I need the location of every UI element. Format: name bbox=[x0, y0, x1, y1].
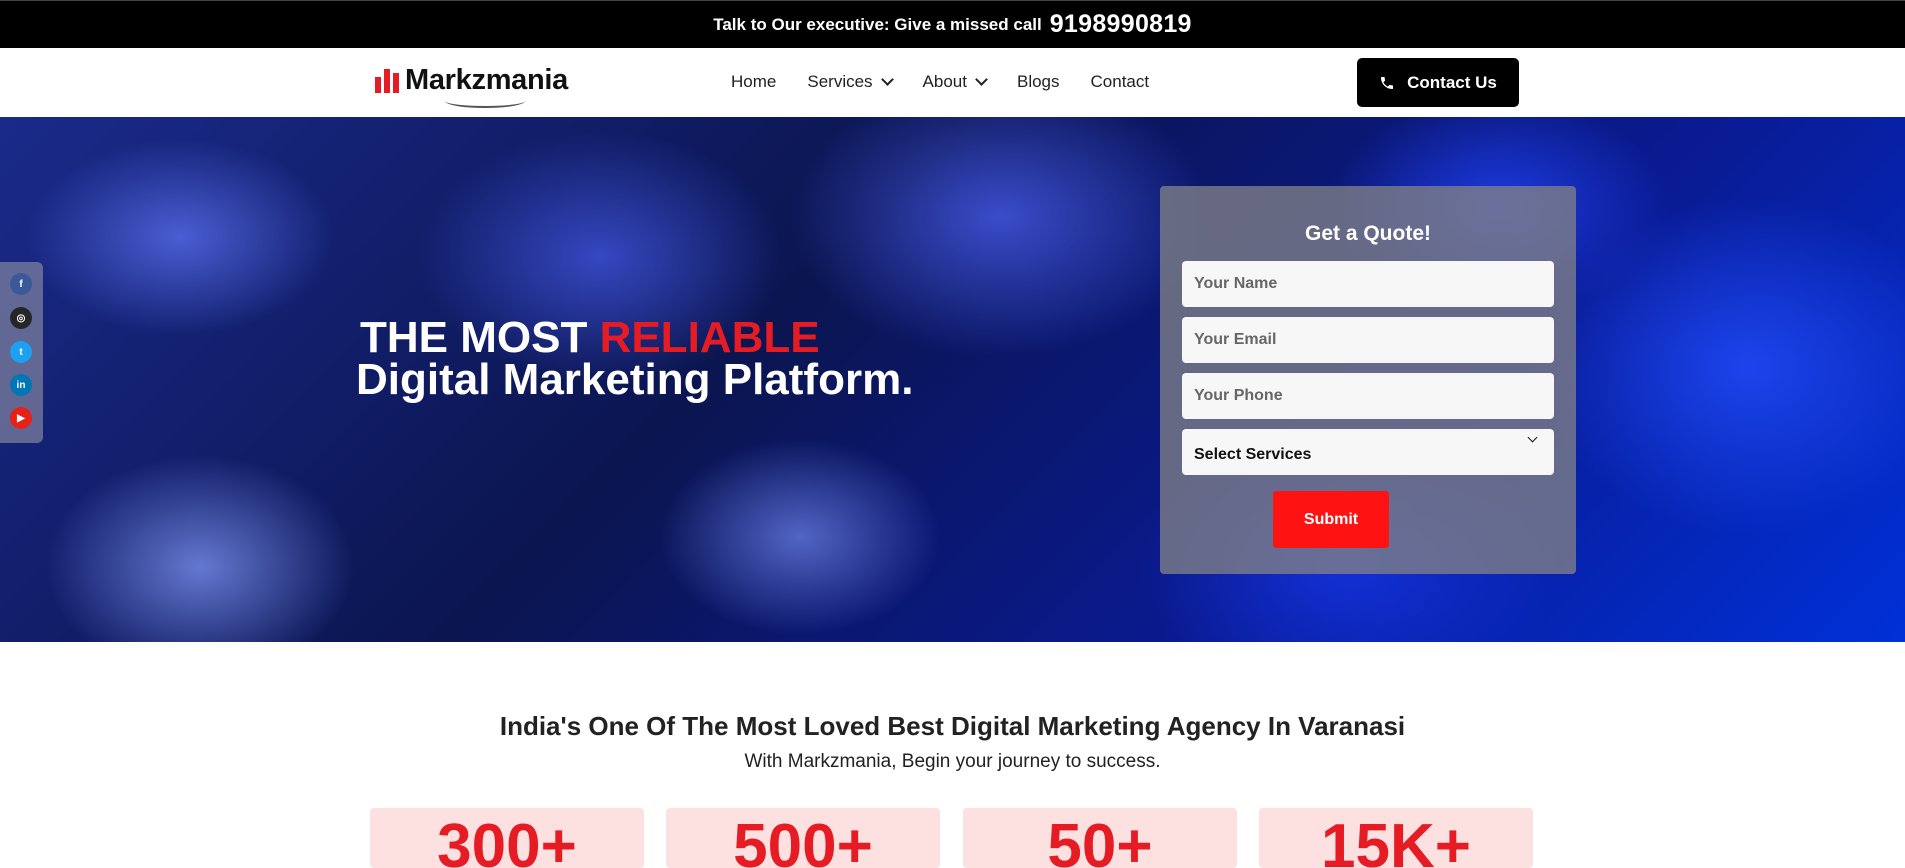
hero-title-line2: Digital Marketing Platform. bbox=[356, 355, 914, 404]
services-select[interactable]: Select Services bbox=[1182, 429, 1554, 475]
nav-item-services[interactable]: Services bbox=[807, 72, 894, 92]
nav-label: Contact bbox=[1090, 72, 1150, 91]
logo-bars-icon bbox=[375, 68, 399, 93]
instagram-icon[interactable]: ◎ bbox=[10, 307, 32, 329]
chevron-down-icon bbox=[1527, 432, 1538, 443]
hero-banner: THE MOST RELIABLE Digital Marketing Plat… bbox=[0, 117, 1905, 642]
phone-input[interactable] bbox=[1182, 373, 1554, 419]
section-title: India's One Of The Most Loved Best Digit… bbox=[499, 711, 1406, 741]
logo-swoosh-icon bbox=[445, 94, 525, 108]
linkedin-icon[interactable]: in bbox=[10, 374, 32, 396]
chevron-down-icon bbox=[880, 73, 894, 86]
services-select-value: Select Services bbox=[1194, 446, 1312, 463]
submit-button[interactable]: Submit bbox=[1273, 491, 1389, 548]
announcement-bar: Talk to Our executive: Give a missed cal… bbox=[0, 0, 1905, 48]
header-nav: Markzmania Home Services About Blogs Con… bbox=[0, 48, 1905, 117]
stat-value: 15K+ bbox=[1321, 812, 1471, 868]
nav-item-contact[interactable]: Contact bbox=[1091, 72, 1150, 92]
nav-label: About bbox=[922, 72, 967, 91]
contact-us-button[interactable]: Contact Us bbox=[1357, 58, 1519, 107]
nav-label: Services bbox=[807, 72, 873, 91]
stat-card: 50+ bbox=[963, 808, 1237, 868]
quote-form-title: Get a Quote! bbox=[1304, 222, 1431, 245]
site-logo[interactable]: Markzmania bbox=[375, 64, 569, 108]
name-input[interactable] bbox=[1182, 261, 1554, 307]
nav-item-blogs[interactable]: Blogs bbox=[1017, 72, 1060, 92]
chevron-down-icon bbox=[975, 73, 988, 86]
youtube-icon[interactable]: ▶ bbox=[10, 407, 32, 429]
stat-value: 500+ bbox=[733, 812, 873, 868]
twitter-icon[interactable]: t bbox=[10, 341, 32, 363]
facebook-icon[interactable]: f bbox=[10, 273, 32, 295]
stat-card: 500+ bbox=[666, 808, 940, 868]
contact-us-label: Contact Us bbox=[1407, 72, 1497, 92]
stat-value: 300+ bbox=[437, 812, 577, 868]
hero-title: THE MOST RELIABLE Digital Marketing Plat… bbox=[356, 316, 913, 402]
phone-icon bbox=[1381, 76, 1394, 89]
stat-card: 300+ bbox=[370, 808, 644, 868]
stat-value: 50+ bbox=[1047, 812, 1153, 868]
section-subtitle: With Markzmania, Begin your journey to s… bbox=[744, 751, 1161, 772]
stat-card: 15K+ bbox=[1259, 808, 1533, 868]
nav-label: Home bbox=[731, 72, 777, 91]
nav-item-about[interactable]: About bbox=[922, 72, 988, 92]
email-input[interactable] bbox=[1182, 317, 1554, 363]
main-menu: Home Services About Blogs Contact bbox=[731, 72, 1180, 92]
nav-label: Blogs bbox=[1016, 72, 1060, 91]
quote-form: Get a Quote! Select Services Submit bbox=[1160, 186, 1576, 574]
announcement-phone[interactable]: 9198990819 bbox=[1050, 10, 1192, 39]
nav-item-home[interactable]: Home bbox=[731, 72, 776, 92]
logo-text: Markzmania bbox=[405, 64, 569, 96]
announcement-message: Talk to Our executive: Give a missed cal… bbox=[713, 14, 1042, 34]
social-sidebar: f ◎ t in ▶ bbox=[0, 262, 43, 443]
